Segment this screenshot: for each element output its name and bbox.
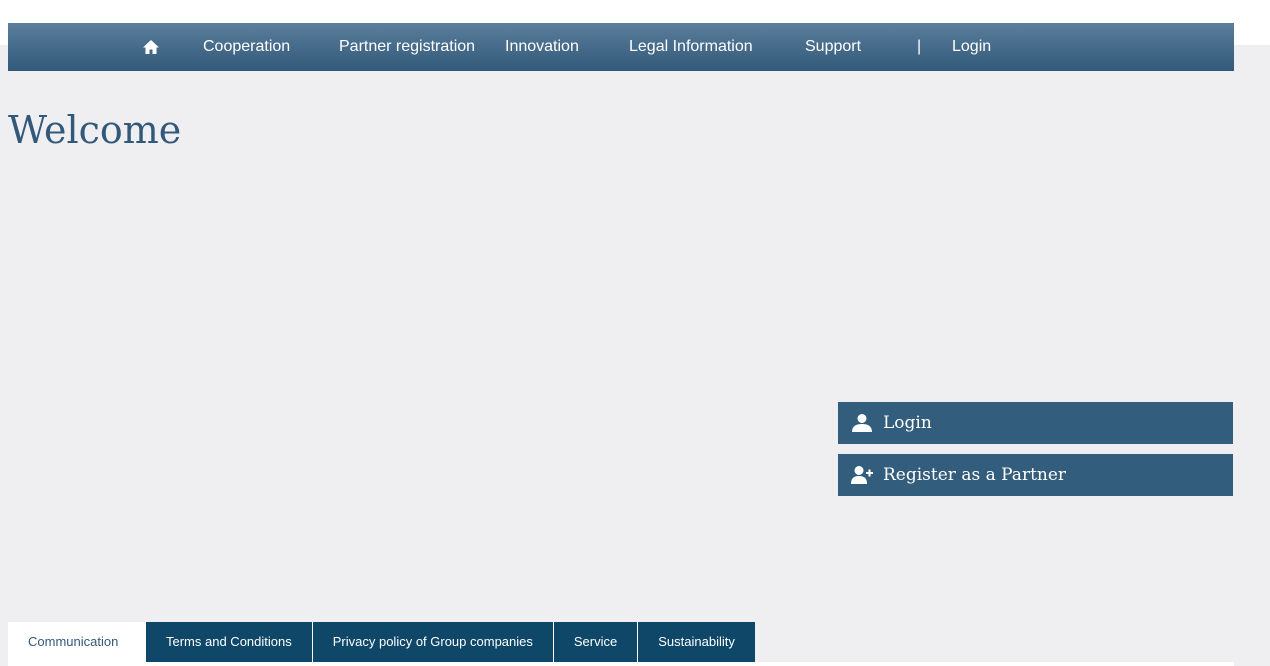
login-button-label: Login	[883, 413, 932, 433]
nav-separator: |	[917, 38, 922, 55]
login-button[interactable]: Login	[838, 402, 1233, 444]
nav-item-innovation[interactable]: Innovation	[505, 23, 579, 71]
register-partner-button-label: Register as a Partner	[883, 465, 1067, 485]
tab-sustainability[interactable]: Sustainability	[637, 622, 755, 662]
nav-item-legal-information[interactable]: Legal Information	[629, 23, 753, 71]
nav-item-cooperation[interactable]: Cooperation	[203, 23, 290, 71]
footer-strip	[8, 662, 1234, 666]
tab-service[interactable]: Service	[552, 622, 638, 662]
page-title: Welcome	[8, 108, 182, 152]
user-add-icon	[851, 465, 873, 485]
nav-login-link[interactable]: Login	[952, 23, 991, 71]
tab-communication[interactable]: Communication	[8, 622, 146, 662]
home-icon[interactable]	[142, 39, 160, 55]
user-icon	[851, 413, 873, 433]
tab-privacy-policy[interactable]: Privacy policy of Group companies	[311, 622, 553, 662]
register-partner-button[interactable]: Register as a Partner	[838, 454, 1233, 496]
footer-tabs: Communication Terms and Conditions Priva…	[8, 622, 755, 662]
page-background	[0, 45, 1270, 666]
tab-terms-and-conditions[interactable]: Terms and Conditions	[146, 622, 312, 662]
top-navigation: Cooperation Partner registration Innovat…	[8, 23, 1234, 71]
nav-item-partner-registration[interactable]: Partner registration	[339, 23, 475, 71]
nav-item-support[interactable]: Support	[805, 23, 861, 71]
